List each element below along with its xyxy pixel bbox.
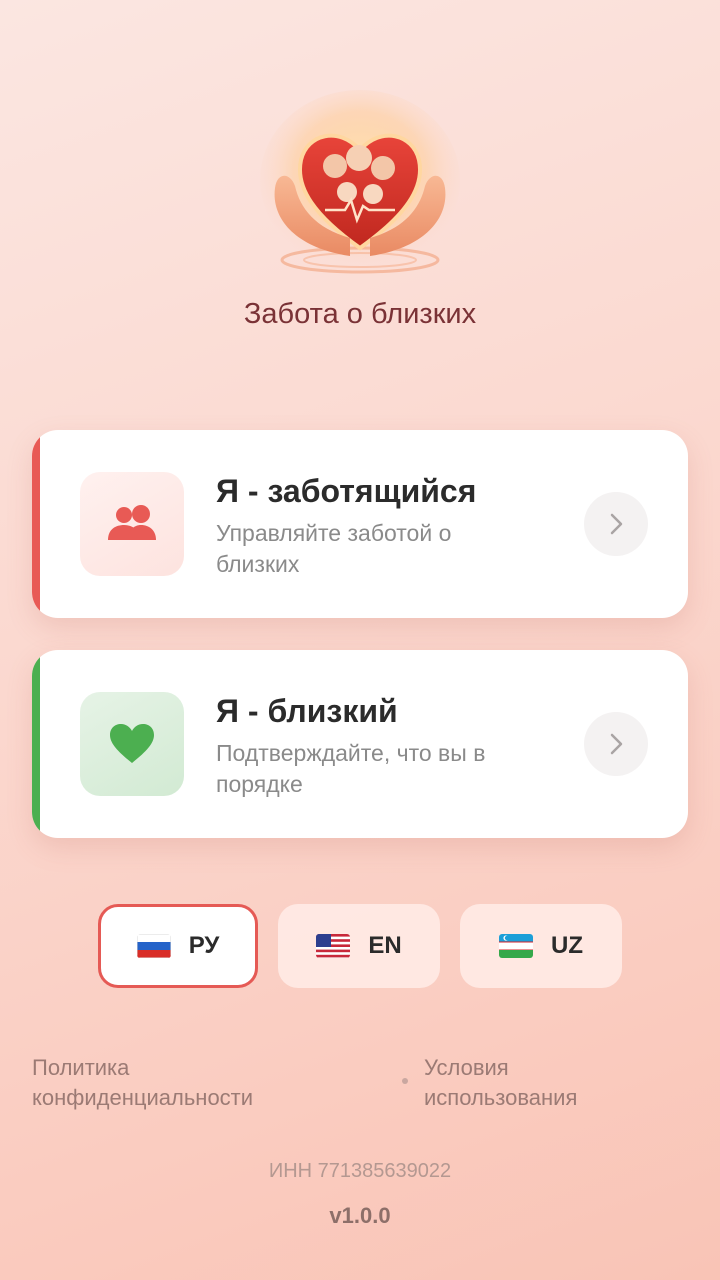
card-title: Я - близкий [216,693,398,729]
language-button-ru[interactable]: РУ [98,904,258,988]
language-button-uz[interactable]: UZ [460,904,622,988]
role-card-relative[interactable]: Я - близкий Подтверждайте, что вы в поря… [32,650,688,838]
inn-text: ИНН 771385639022 [268,1160,452,1182]
us-flag-icon [316,934,351,958]
separator-dot [402,1078,408,1084]
app-logo [255,88,465,278]
language-label: РУ [188,932,220,959]
card-accent-bar [32,430,40,618]
card-subtitle: Управляйте заботой о близких [216,520,452,577]
language-label: UZ [551,932,583,959]
people-icon [80,472,184,576]
role-card-caregiver[interactable]: Я - заботящийся Управляйте заботой о бли… [32,430,688,618]
app-title: Забота о близких [243,298,477,330]
privacy-policy-link[interactable]: Политика конфиденциальности [32,1053,322,1113]
ru-flag-icon [136,934,171,958]
heart-hands-family-icon [260,90,460,274]
language-button-en[interactable]: EN [278,904,440,988]
terms-of-use-link[interactable]: Условия использования [424,1053,654,1113]
card-accent-bar [32,650,40,838]
language-label: EN [368,932,402,959]
heart-icon [80,692,184,796]
chevron-right-icon[interactable] [584,712,648,776]
card-title: Я - заботящийся [216,473,477,509]
app-version: v1.0.0 [329,1203,391,1228]
card-subtitle: Подтверждайте, что вы в порядке [216,740,486,797]
uz-flag-icon [499,934,533,958]
chevron-right-icon[interactable] [584,492,648,556]
